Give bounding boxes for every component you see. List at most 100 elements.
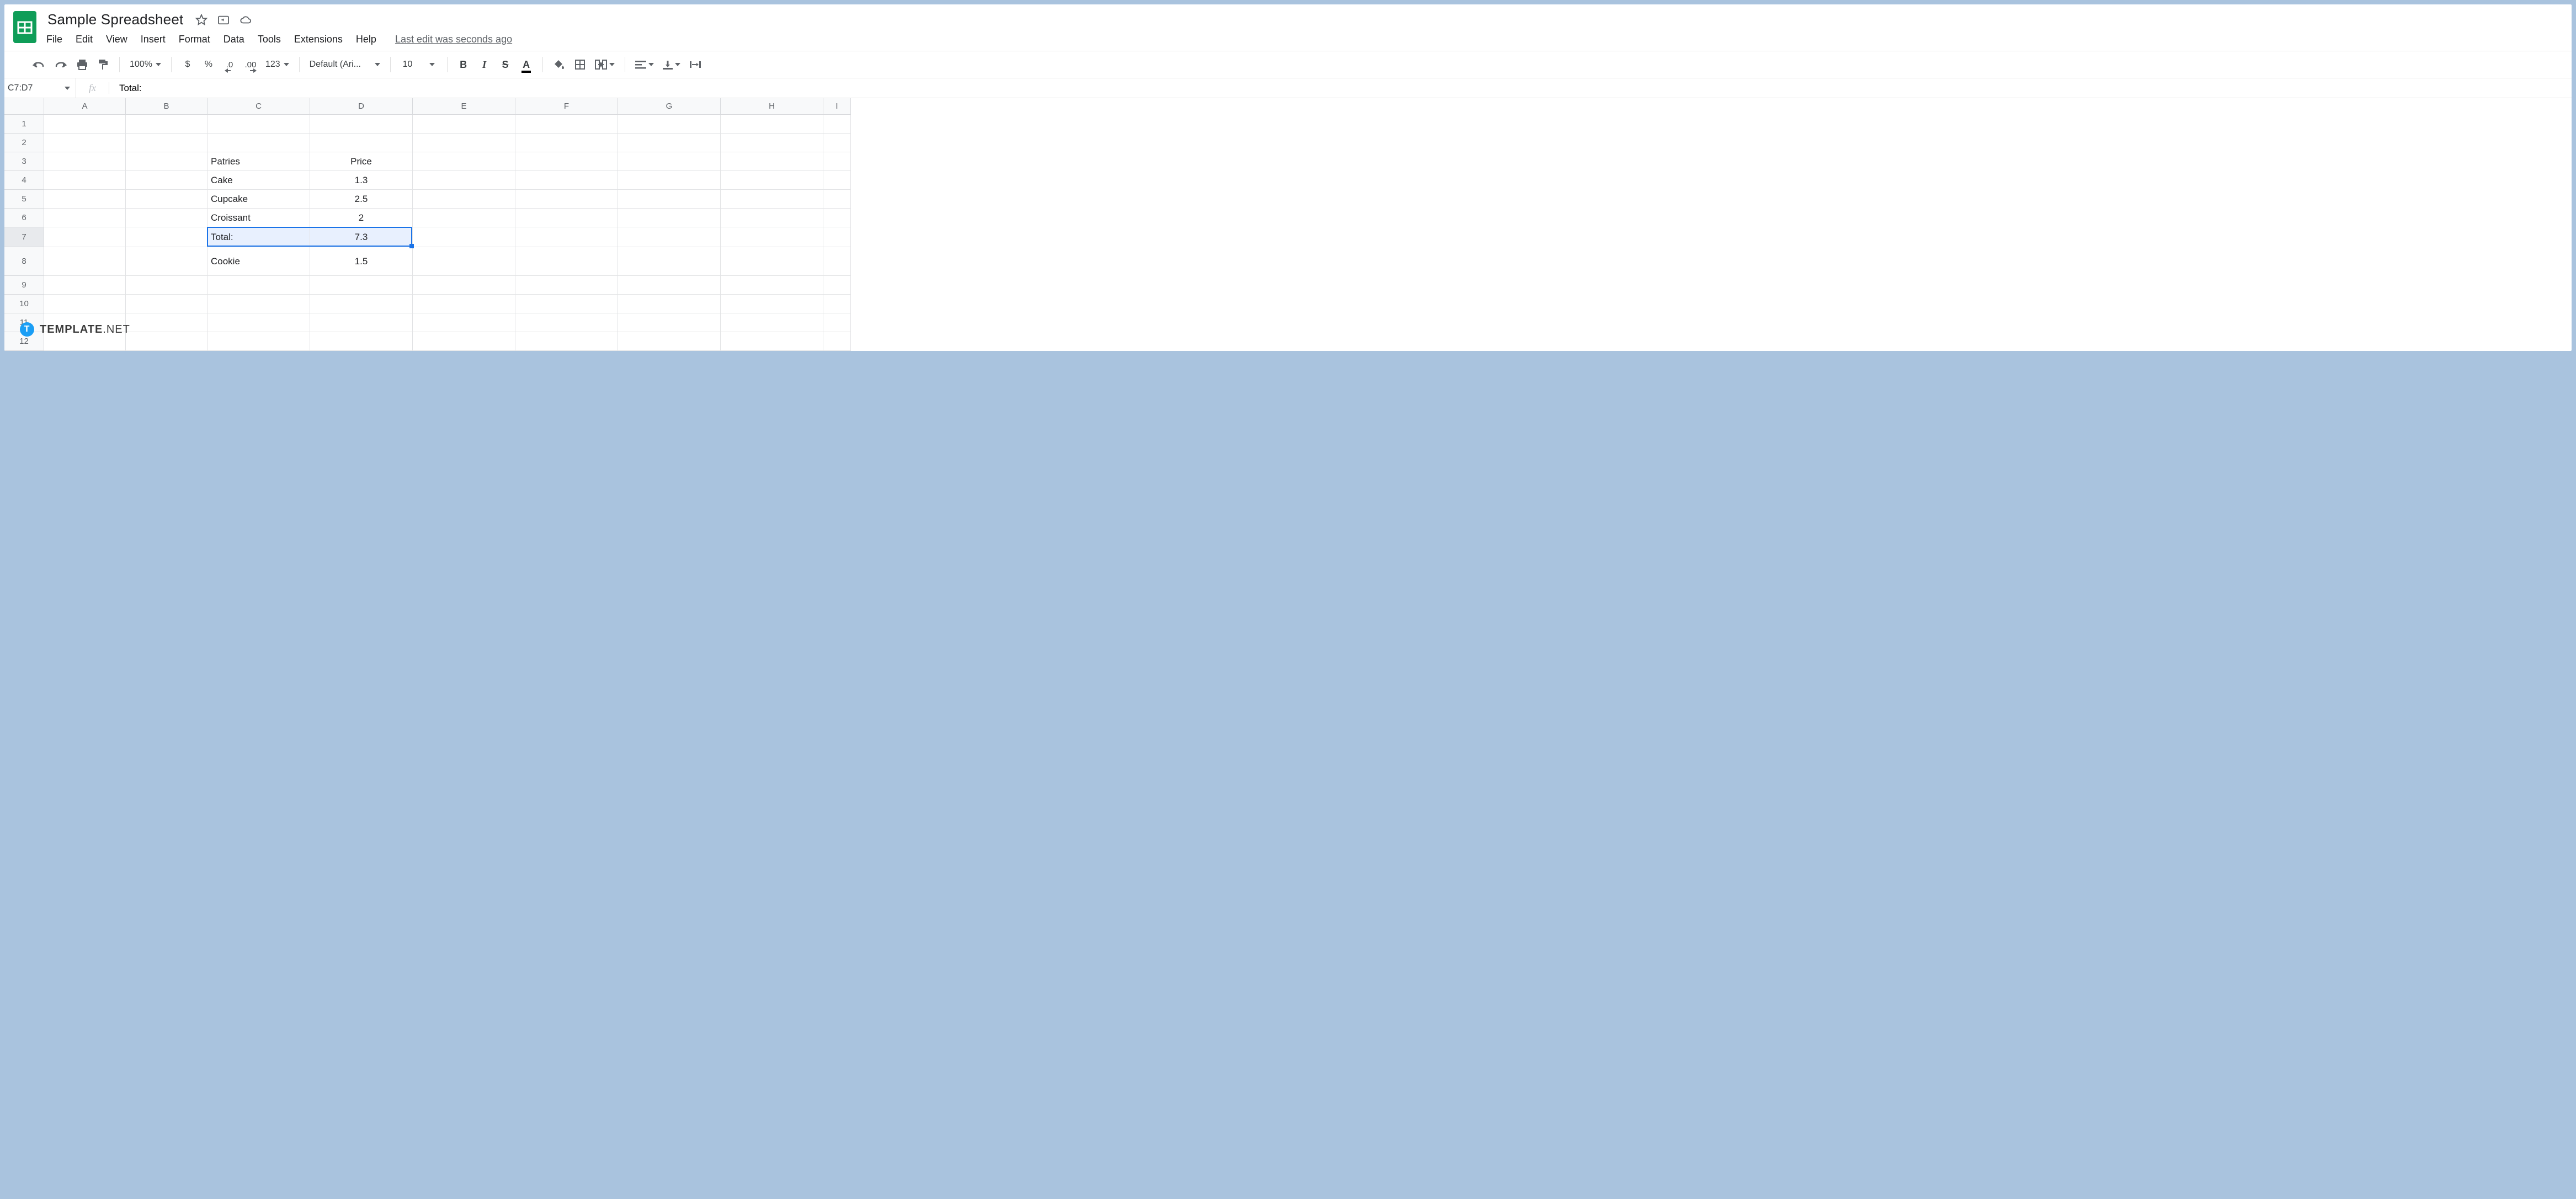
cell-G5[interactable] xyxy=(618,190,721,209)
cell-B6[interactable] xyxy=(126,209,207,227)
cell-E11[interactable] xyxy=(413,313,515,332)
cell-I9[interactable] xyxy=(823,276,851,295)
cell-G11[interactable] xyxy=(618,313,721,332)
cell-F9[interactable] xyxy=(515,276,618,295)
paint-format-button[interactable] xyxy=(94,55,113,74)
formula-input[interactable] xyxy=(109,83,2572,94)
undo-button[interactable] xyxy=(29,55,49,74)
cell-A7[interactable] xyxy=(44,227,126,247)
cell-H2[interactable] xyxy=(721,134,823,152)
row-header-6[interactable]: 6 xyxy=(4,209,44,227)
row-header-8[interactable]: 8 xyxy=(4,247,44,276)
cell-I1[interactable] xyxy=(823,115,851,134)
cell-A2[interactable] xyxy=(44,134,126,152)
text-color-button[interactable]: A xyxy=(517,55,536,74)
cell-D8[interactable]: 1.5 xyxy=(310,247,413,276)
cell-I6[interactable] xyxy=(823,209,851,227)
star-icon[interactable] xyxy=(195,14,207,26)
cell-B9[interactable] xyxy=(126,276,207,295)
row-header-5[interactable]: 5 xyxy=(4,190,44,209)
cell-C8[interactable]: Cookie xyxy=(207,247,310,276)
vertical-align-dropdown[interactable] xyxy=(659,55,684,74)
cell-G3[interactable] xyxy=(618,152,721,171)
document-title[interactable]: Sample Spreadsheet xyxy=(45,10,185,29)
menu-help[interactable]: Help xyxy=(356,34,376,45)
cell-I7[interactable] xyxy=(823,227,851,247)
cell-I10[interactable] xyxy=(823,295,851,313)
cell-I12[interactable] xyxy=(823,332,851,351)
cell-H3[interactable] xyxy=(721,152,823,171)
cell-I5[interactable] xyxy=(823,190,851,209)
cell-B2[interactable] xyxy=(126,134,207,152)
cell-D7[interactable]: 7.3 xyxy=(310,227,413,247)
menu-edit[interactable]: Edit xyxy=(76,34,93,45)
cell-D2[interactable] xyxy=(310,134,413,152)
cell-E12[interactable] xyxy=(413,332,515,351)
cell-H7[interactable] xyxy=(721,227,823,247)
cell-C12[interactable] xyxy=(207,332,310,351)
cell-B5[interactable] xyxy=(126,190,207,209)
cell-G6[interactable] xyxy=(618,209,721,227)
cell-B11[interactable] xyxy=(126,313,207,332)
cell-C6[interactable]: Croissant xyxy=(207,209,310,227)
cell-H9[interactable] xyxy=(721,276,823,295)
row-header-1[interactable]: 1 xyxy=(4,115,44,134)
cell-I2[interactable] xyxy=(823,134,851,152)
column-header-I[interactable]: I xyxy=(823,98,851,115)
cell-B4[interactable] xyxy=(126,171,207,190)
cell-A5[interactable] xyxy=(44,190,126,209)
cell-B7[interactable] xyxy=(126,227,207,247)
cell-H12[interactable] xyxy=(721,332,823,351)
cell-C5[interactable]: Cupcake xyxy=(207,190,310,209)
cell-A6[interactable] xyxy=(44,209,126,227)
cell-H11[interactable] xyxy=(721,313,823,332)
column-header-G[interactable]: G xyxy=(618,98,721,115)
cell-E5[interactable] xyxy=(413,190,515,209)
cell-G1[interactable] xyxy=(618,115,721,134)
cell-B8[interactable] xyxy=(126,247,207,276)
fill-color-button[interactable] xyxy=(550,55,568,74)
cell-F6[interactable] xyxy=(515,209,618,227)
menu-format[interactable]: Format xyxy=(179,34,210,45)
borders-button[interactable] xyxy=(571,55,589,74)
name-box[interactable]: C7:D7 xyxy=(4,78,76,98)
cell-F3[interactable] xyxy=(515,152,618,171)
cell-A9[interactable] xyxy=(44,276,126,295)
cell-I8[interactable] xyxy=(823,247,851,276)
cell-H5[interactable] xyxy=(721,190,823,209)
cell-D10[interactable] xyxy=(310,295,413,313)
cell-G10[interactable] xyxy=(618,295,721,313)
cell-E1[interactable] xyxy=(413,115,515,134)
cell-F12[interactable] xyxy=(515,332,618,351)
column-header-D[interactable]: D xyxy=(310,98,413,115)
print-button[interactable] xyxy=(73,55,92,74)
cell-E7[interactable] xyxy=(413,227,515,247)
cell-H4[interactable] xyxy=(721,171,823,190)
cell-D12[interactable] xyxy=(310,332,413,351)
format-percent-button[interactable]: % xyxy=(199,55,218,74)
cell-I11[interactable] xyxy=(823,313,851,332)
row-header-10[interactable]: 10 xyxy=(4,295,44,313)
cell-C10[interactable] xyxy=(207,295,310,313)
cell-H8[interactable] xyxy=(721,247,823,276)
column-header-C[interactable]: C xyxy=(207,98,310,115)
cell-B3[interactable] xyxy=(126,152,207,171)
cell-I4[interactable] xyxy=(823,171,851,190)
menu-file[interactable]: File xyxy=(46,34,62,45)
cell-C1[interactable] xyxy=(207,115,310,134)
cloud-status-icon[interactable] xyxy=(239,14,252,26)
more-formats-dropdown[interactable]: 123 xyxy=(262,55,292,74)
cell-F2[interactable] xyxy=(515,134,618,152)
cell-A1[interactable] xyxy=(44,115,126,134)
cell-F1[interactable] xyxy=(515,115,618,134)
last-edit-link[interactable]: Last edit was seconds ago xyxy=(395,34,512,45)
cell-F4[interactable] xyxy=(515,171,618,190)
redo-button[interactable] xyxy=(51,55,71,74)
row-header-9[interactable]: 9 xyxy=(4,276,44,295)
column-header-F[interactable]: F xyxy=(515,98,618,115)
column-header-B[interactable]: B xyxy=(126,98,207,115)
cell-C9[interactable] xyxy=(207,276,310,295)
cell-A8[interactable] xyxy=(44,247,126,276)
cell-E10[interactable] xyxy=(413,295,515,313)
cell-H1[interactable] xyxy=(721,115,823,134)
